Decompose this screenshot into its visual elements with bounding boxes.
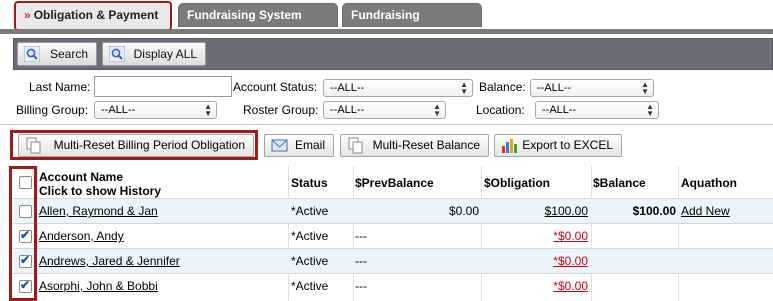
prev-balance-cell: $0.00 [448,204,479,218]
location-value: --ALL-- [542,104,577,116]
accounts-table: Account Name Click to show History Statu… [13,166,773,301]
obligation-link[interactable]: *$0.00 [484,274,588,298]
roster-group-select[interactable]: --ALL-- ▲ ▼ [323,101,446,119]
billing-group-select[interactable]: --ALL-- ▲ ▼ [94,101,217,119]
table-row: Asorphi, John & Bobbi *Active --- *$0.00 [13,273,773,298]
account-name-link[interactable]: Allen, Raymond & Jan [39,199,158,223]
add-new-link[interactable]: Add New [681,199,730,223]
obligation-link[interactable]: $100.00 [484,199,588,223]
obligation-link[interactable]: *$0.00 [484,249,588,273]
tab-bar: » Obligation & Payment Fundraising System… [0,0,773,44]
export-excel-button[interactable]: Export to EXCEL [494,134,622,157]
envelope-icon [271,139,288,152]
checkbox-highlight-frame [9,166,37,301]
status-cell: *Active [291,229,329,243]
account-name-link[interactable]: Andrews, Jared & Jennifer [39,249,180,273]
status-header: Status [291,176,328,190]
account-status-select[interactable]: --ALL-- ▲ ▼ [323,79,473,97]
status-cell: *Active [291,279,329,293]
balance-header: $Balance [593,176,646,190]
select-arrows-icon: ▲ ▼ [433,102,441,118]
status-cell: *Active [291,254,329,268]
tab-fundraising-system-setup[interactable]: Fundraising System Setup [178,3,338,44]
location-select[interactable]: --ALL-- ▲ ▼ [535,101,659,119]
tab-obligation-payment[interactable]: » Obligation & Payment [14,1,172,31]
account-name-header[interactable]: Account Name Click to show History [39,166,284,198]
status-cell: *Active [291,204,329,218]
obligation-header: $Obligation [484,176,550,190]
balance-label: Balance: [479,80,526,94]
filter-panel: Last Name: Account Status: --ALL-- ▲ ▼ Ba… [13,72,773,124]
account-name-link[interactable]: Anderson, Andy [39,224,124,248]
copy-pages-icon [348,137,363,154]
balance-value: --ALL-- [537,82,572,94]
aquathon-header: Aquathon [681,176,737,190]
multi-reset-balance-button[interactable]: Multi-Reset Balance [340,134,489,157]
last-name-input[interactable] [94,76,232,97]
search-button-label: Search [49,47,88,61]
account-status-label: Account Status: [233,80,318,94]
section-divider [0,124,773,125]
highlight-frame [10,130,258,160]
header-line: Account Name [39,170,124,184]
email-label: Email [294,138,325,152]
roster-group-value: --ALL-- [330,104,365,116]
search-button[interactable]: Search [17,42,97,66]
tab-arrow: » [24,8,31,22]
multi-reset-balance-label: Multi-Reset Balance [372,138,480,152]
tab-label: Obligation & Payment [33,8,159,22]
table-row: Anderson, Andy *Active --- *$0.00 [13,223,773,248]
select-arrows-icon: ▲ ▼ [460,80,468,96]
export-excel-label: Export to EXCEL [522,138,613,152]
last-name-label: Last Name: [29,80,91,94]
obligation-link[interactable]: *$0.00 [484,224,588,248]
tab-underline [0,29,773,34]
prev-balance-header: $PrevBalance [355,176,434,190]
display-all-button-label: Display ALL [133,47,197,61]
table-row: Allen, Raymond & Jan *Active $0.00 $100.… [13,198,773,223]
prev-balance-cell: --- [355,254,367,268]
roster-group-label: Roster Group: [243,103,319,117]
select-arrows-icon: ▲ ▼ [646,102,654,118]
billing-group-label: Billing Group: [16,103,89,117]
display-all-button[interactable]: Display ALL [102,42,206,66]
balance-cell: $100.00 [632,204,676,218]
table-row: Andrews, Jared & Jennifer *Active --- *$… [13,248,773,273]
header-line: Click to show History [39,184,162,198]
bar-chart-icon [502,139,517,153]
prev-balance-cell: --- [355,279,367,293]
select-arrows-icon: ▲ ▼ [204,102,212,118]
tab-fundraising-categories[interactable]: Fundraising Categories [342,3,482,44]
account-name-link[interactable]: Asorphi, John & Bobbi [39,274,158,298]
search-toolbar: Search Display ALL [13,38,773,70]
location-label: Location: [476,103,525,117]
balance-select[interactable]: --ALL-- ▲ ▼ [530,79,654,97]
select-arrows-icon: ▲ ▼ [641,80,649,96]
billing-group-value: --ALL-- [101,104,136,116]
account-status-value: --ALL-- [330,82,365,94]
email-button[interactable]: Email [264,134,334,157]
prev-balance-cell: --- [355,229,367,243]
